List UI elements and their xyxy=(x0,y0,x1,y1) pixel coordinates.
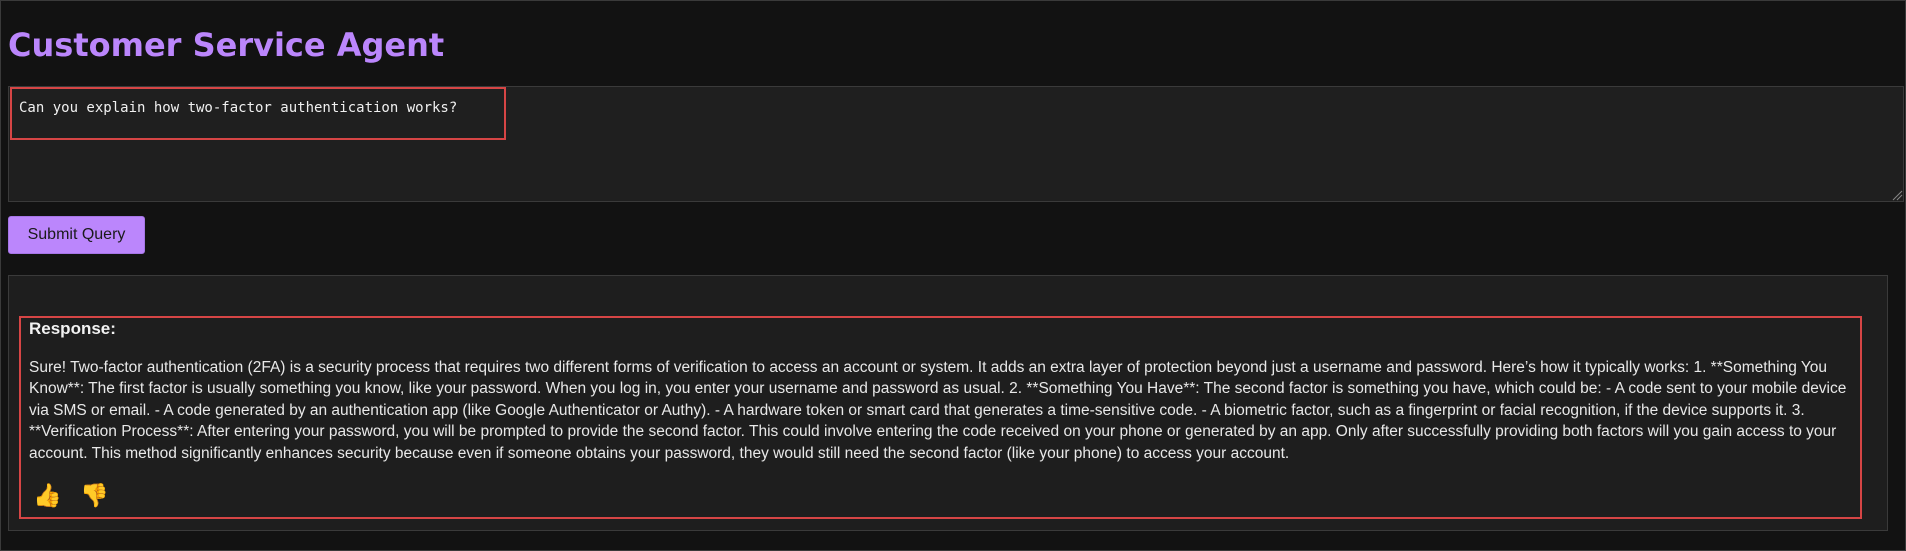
query-input-text[interactable]: Can you explain how two-factor authentic… xyxy=(19,100,457,116)
submit-query-button[interactable]: Submit Query xyxy=(8,216,145,254)
response-heading: Response: xyxy=(29,319,116,338)
page-title: Customer Service Agent xyxy=(8,26,445,64)
response-text: Sure! Two-factor authentication (2FA) is… xyxy=(29,359,1847,462)
resize-grip-icon[interactable] xyxy=(1891,189,1903,201)
thumbs-down-icon[interactable]: 👎 xyxy=(80,483,109,509)
thumbs-up-icon[interactable]: 👍 xyxy=(33,483,62,509)
